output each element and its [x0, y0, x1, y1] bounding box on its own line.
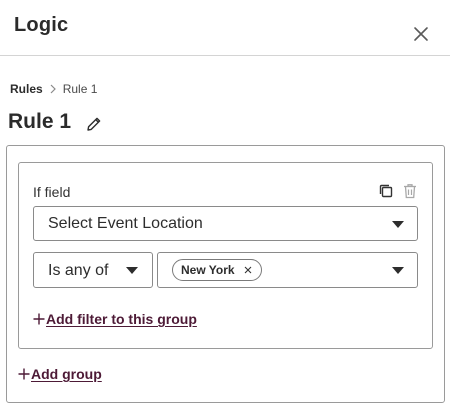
x-icon[interactable] [244, 266, 252, 274]
if-field-label: If field [33, 184, 71, 200]
plus-icon [18, 368, 30, 380]
add-filter-label: Add filter to this group [46, 311, 197, 327]
values-multiselect[interactable]: New York [157, 252, 418, 288]
caret-down-icon [126, 267, 138, 274]
trash-icon[interactable] [403, 183, 417, 199]
caret-down-icon [392, 267, 404, 274]
value-chip: New York [172, 259, 262, 281]
rule-title-row: Rule 1 [8, 110, 103, 134]
copy-icon[interactable] [378, 183, 394, 199]
chevron-right-icon [50, 84, 56, 94]
breadcrumb: Rules Rule 1 [10, 82, 97, 96]
field-select-value: Select Event Location [48, 215, 203, 232]
operator-select-value: Is any of [48, 262, 109, 279]
caret-down-icon [392, 221, 404, 228]
close-icon[interactable] [411, 24, 431, 44]
pencil-icon[interactable] [85, 115, 103, 133]
panel-title: Logic [14, 14, 69, 36]
rule-title: Rule 1 [8, 110, 72, 133]
add-filter-button[interactable]: Add filter to this group [33, 311, 197, 327]
add-group-button[interactable]: Add group [18, 366, 102, 382]
panel-header: Logic [0, 0, 450, 56]
breadcrumb-rules-link[interactable]: Rules [10, 82, 43, 96]
breadcrumb-current: Rule 1 [62, 82, 98, 96]
field-select[interactable]: Select Event Location [33, 206, 418, 241]
value-chip-label: New York [181, 263, 235, 277]
add-group-label: Add group [31, 366, 102, 382]
plus-icon [33, 313, 45, 325]
operator-select[interactable]: Is any of [33, 252, 153, 288]
